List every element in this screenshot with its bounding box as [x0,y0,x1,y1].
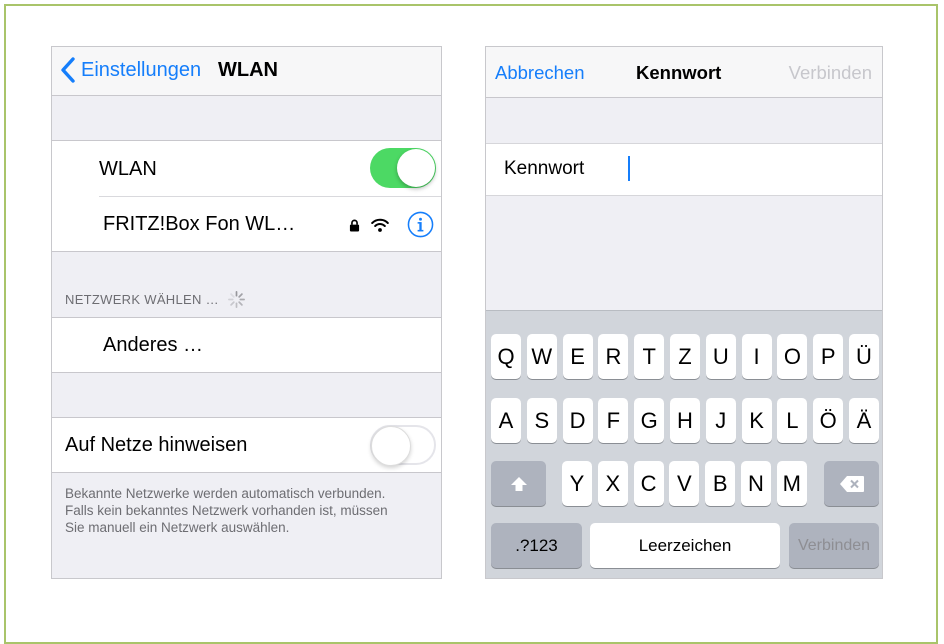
key-h[interactable]: H [670,398,700,443]
key-ö[interactable]: Ö [813,398,844,443]
key-d[interactable]: D [562,398,593,443]
key-u[interactable]: U [705,334,736,379]
spinner-icon [227,291,245,308]
delete-key[interactable] [824,461,879,506]
wlan-settings-screen: Einstellungen WLAN WLAN FRITZ!Box Fon WL… [51,46,442,579]
page-title: Kennwort [636,62,722,83]
cancel-button[interactable]: Abbrechen [495,62,584,84]
lock-icon [349,219,360,232]
back-button-label: Einstellungen [81,58,202,81]
ask-to-join-toggle[interactable] [370,425,436,466]
wlan-toggle-row: WLAN [52,141,441,196]
key-y[interactable]: Y [562,461,592,506]
key-m[interactable]: M [776,461,807,506]
toggle-knob [371,426,411,466]
key-c[interactable]: C [633,461,664,506]
network-name: FRITZ!Box Fon WL… [103,213,296,235]
key-f[interactable]: F [598,398,629,443]
chevron-left-icon [61,57,75,83]
key-x[interactable]: X [597,461,628,506]
key-a[interactable]: A [491,398,521,443]
key-v[interactable]: V [669,461,700,506]
shift-key[interactable] [491,461,546,506]
wlan-row-label: WLAN [99,158,157,180]
key-i[interactable]: I [741,334,772,379]
password-screen: Abbrechen Kennwort Verbinden Kennwort QW… [485,46,883,579]
password-label: Kennwort [504,158,585,179]
key-b[interactable]: B [705,461,736,506]
info-icon[interactable] [407,211,434,238]
ask-to-join-label: Auf Netze hinweisen [65,434,248,456]
ask-to-join-group: Auf Netze hinweisen [52,417,441,473]
password-field-group: Kennwort [486,143,882,196]
key-p[interactable]: P [813,334,844,379]
navigation-bar: Einstellungen WLAN [52,47,441,96]
key-t[interactable]: T [634,334,665,379]
navigation-bar: Abbrechen Kennwort Verbinden [486,47,882,98]
key-l[interactable]: L [777,398,808,443]
key-r[interactable]: R [598,334,629,379]
text-cursor [628,156,630,181]
backspace-icon [839,475,864,492]
keyboard: QWERTZUIOPÜ ASDFGHJKLÖÄ YXCVBNM .?123 Le… [486,310,882,578]
ask-to-join-row: Auf Netze hinweisen [52,418,441,472]
key-k[interactable]: K [741,398,772,443]
toggle-knob [397,149,435,187]
password-input[interactable] [622,152,876,188]
key-j[interactable]: J [705,398,736,443]
wifi-icon [371,218,389,232]
key-ä[interactable]: Ä [849,398,879,443]
key-z[interactable]: Z [670,334,700,379]
numbers-key[interactable]: .?123 [491,523,582,568]
key-g[interactable]: G [634,398,665,443]
connected-network-row[interactable]: FRITZ!Box Fon WL… [52,197,441,252]
other-network-row[interactable]: Anderes … [52,318,441,372]
back-button[interactable]: Einstellungen [58,56,201,84]
other-network-label: Anderes … [103,334,204,356]
shift-arrow-icon [510,476,527,491]
wlan-toggle[interactable] [370,148,436,188]
section-header-label: NETZWERK WÄHLEN … [65,292,219,307]
key-w[interactable]: W [526,334,557,379]
other-network-group: Anderes … [52,317,441,373]
key-e[interactable]: E [562,334,593,379]
connect-button[interactable]: Verbinden [789,62,872,84]
key-q[interactable]: Q [491,334,521,379]
space-key[interactable]: Leerzeichen [590,523,780,568]
page-title: WLAN [218,59,278,81]
return-key[interactable]: Verbinden [789,523,879,568]
ask-to-join-footer: Bekannte Netzwerke werden automatisch ve… [65,486,388,535]
key-s[interactable]: S [526,398,557,443]
choose-network-header: NETZWERK WÄHLEN … [65,290,246,309]
key-ü[interactable]: Ü [849,334,879,379]
wlan-group: WLAN FRITZ!Box Fon WL… [52,140,441,252]
key-n[interactable]: N [741,461,771,506]
key-o[interactable]: O [777,334,808,379]
